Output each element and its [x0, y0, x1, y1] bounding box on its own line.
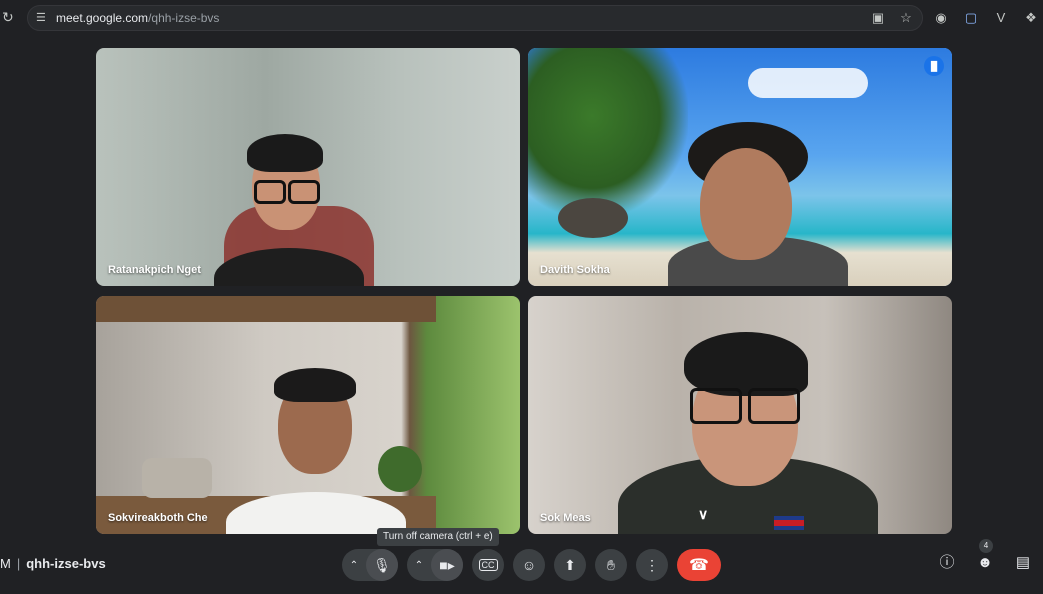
- bookmark-star-icon[interactable]: ☆: [898, 10, 914, 26]
- hang-up-icon: ☎︎: [689, 557, 709, 574]
- url-host: meet.google.com: [56, 11, 149, 25]
- participant-tile-active-speaker[interactable]: ▐▌ Davith Sokha: [528, 48, 952, 286]
- closed-captions-icon: CC: [478, 559, 498, 571]
- separator: |: [16, 556, 21, 571]
- screen-capture-extension-icon[interactable]: ▢: [963, 10, 979, 26]
- meeting-details-button[interactable]: ⓘ: [937, 553, 957, 573]
- meeting-control-bar: M | qhh-izse-bvs ⌃ 🎙︎ ⌃ ■▸ CC ☺ ⬆ ✋︎ ⋮ ☎︎ …: [0, 539, 1043, 594]
- flag-patch-icon: [774, 516, 804, 530]
- url-text: meet.google.com/qhh-izse-bvs: [56, 11, 219, 25]
- camera-button[interactable]: ■▸: [431, 549, 463, 581]
- people-icon: ☻: [977, 554, 993, 571]
- participant-name: Sokvireakboth Che: [108, 512, 208, 524]
- captions-button[interactable]: CC: [472, 549, 504, 581]
- raise-hand-button[interactable]: ✋︎: [595, 549, 627, 581]
- leave-call-button[interactable]: ☎︎: [677, 549, 721, 581]
- hand-icon: ✋︎: [607, 556, 615, 573]
- v-extension-icon[interactable]: V: [993, 10, 1009, 26]
- people-count-badge: 4: [979, 539, 993, 553]
- camera-control-group: ⌃ ■▸: [407, 549, 463, 581]
- camera-in-use-icon[interactable]: ▣: [870, 10, 886, 26]
- microphone-control-group: ⌃ 🎙︎: [342, 549, 398, 581]
- site-settings-icon[interactable]: ☰: [36, 11, 50, 25]
- more-vertical-icon: ⋮: [645, 556, 659, 573]
- meeting-time: M: [0, 556, 11, 571]
- microphone-button[interactable]: 🎙︎: [366, 549, 398, 581]
- glasses: [690, 388, 742, 424]
- chat-icon: ▤: [1015, 554, 1031, 571]
- address-bar[interactable]: ☰ meet.google.com/qhh-izse-bvs ▣ ☆: [27, 5, 923, 31]
- camera-icon: ■▸: [439, 556, 455, 573]
- screenshot-extension-icon[interactable]: ◉: [933, 10, 949, 26]
- extensions-puzzle-icon[interactable]: ❖: [1023, 10, 1039, 26]
- participant-video: [96, 48, 520, 286]
- people-button[interactable]: 4 ☻: [975, 539, 995, 573]
- info-icon: ⓘ: [939, 554, 955, 571]
- speaking-indicator-icon: ▐▌: [924, 56, 944, 76]
- shirt-logo-icon: ∨: [698, 506, 709, 522]
- participant-video: [528, 48, 952, 286]
- meeting-info: M | qhh-izse-bvs: [0, 556, 106, 571]
- participant-tile[interactable]: ∨ Sok Meas: [528, 296, 952, 534]
- participant-video: [96, 296, 520, 534]
- participant-tile[interactable]: Sokvireakboth Che: [96, 296, 520, 534]
- emoji-icon: ☺: [521, 557, 537, 573]
- present-button[interactable]: ⬆: [554, 549, 586, 581]
- url-path: /qhh-izse-bvs: [148, 11, 220, 25]
- reload-icon[interactable]: ↻: [2, 9, 16, 27]
- audio-options-chevron-icon[interactable]: ⌃: [342, 549, 366, 581]
- microphone-icon: 🎙︎: [373, 556, 391, 573]
- participant-tile[interactable]: Ratanakpich Nget: [96, 48, 520, 286]
- participant-name: Davith Sokha: [540, 264, 610, 276]
- glasses: [254, 180, 286, 204]
- more-options-button[interactable]: ⋮: [636, 549, 668, 581]
- video-options-chevron-icon[interactable]: ⌃: [407, 549, 431, 581]
- meeting-code: qhh-izse-bvs: [26, 556, 106, 571]
- participant-name: Sok Meas: [540, 512, 591, 524]
- present-screen-icon: ⬆: [564, 556, 576, 573]
- participant-video: ∨: [528, 296, 952, 534]
- reactions-button[interactable]: ☺: [513, 549, 545, 581]
- participant-name: Ratanakpich Nget: [108, 264, 201, 276]
- browser-toolbar: ↻ ☰ meet.google.com/qhh-izse-bvs ▣ ☆ ◉ ▢…: [0, 0, 1043, 38]
- chat-button[interactable]: ▤: [1013, 553, 1033, 573]
